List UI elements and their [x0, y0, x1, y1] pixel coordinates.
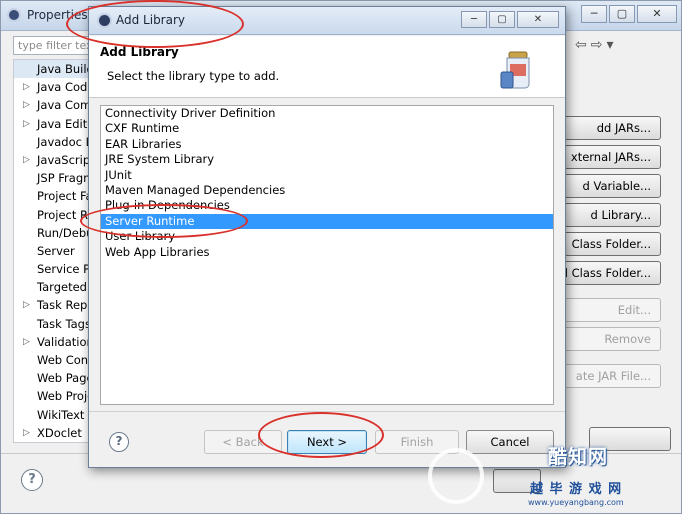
library-type-list[interactable]: Connectivity Driver Definition CXF Runtim… [100, 105, 554, 405]
library-list-item[interactable]: Connectivity Driver Definition [101, 106, 553, 121]
tree-item-label: Validation [37, 334, 93, 349]
tree-item[interactable]: ▷ Validation [14, 333, 92, 351]
finish-button[interactable]: Finish [375, 430, 459, 454]
library-list-item[interactable]: Server Runtime [101, 213, 553, 230]
back-arrow-icon[interactable]: ⇦ [575, 37, 587, 53]
expand-arrow-icon[interactable]: ▷ [23, 151, 30, 169]
properties-tree: Java Build ▷ Java Code ▷ Java Comp ▷ Java Edit… [13, 59, 93, 443]
tree-item[interactable]: JSP Fragm [14, 169, 92, 187]
tree-item[interactable]: Javadoc Lo [14, 133, 92, 151]
add-library-dialog: Add Library ─ ▢ ✕ Add Library Select the… [88, 6, 566, 468]
tree-item[interactable]: Java Build [14, 60, 93, 79]
nav-arrows: ⇦ ⇨ ▾ [575, 37, 614, 53]
tree-item-label: Java Comp [37, 98, 93, 113]
tree-item[interactable]: ▷ Task Repo [14, 296, 92, 314]
tree-item-label: Targeted [37, 280, 87, 295]
header-description: Select the library type to add. [107, 69, 280, 83]
properties-window-controls: ─ ▢ ✕ [579, 5, 677, 23]
expand-arrow-icon[interactable]: ▷ [23, 333, 30, 351]
tree-item[interactable]: ▷ XDoclet [14, 424, 92, 442]
tree-item[interactable]: ▷ Java Edito [14, 115, 92, 133]
tree-item[interactable]: Service Po [14, 260, 92, 278]
expand-arrow-icon[interactable]: ▷ [23, 424, 30, 442]
tree-item[interactable]: Server [14, 242, 92, 260]
back-button[interactable]: < Back [204, 430, 282, 454]
close-icon[interactable]: ✕ [517, 11, 559, 28]
tree-item-label: Service Po [37, 262, 93, 277]
tree-item-label: Task Tags [37, 316, 91, 331]
dialog-header: Add Library Select the library type to a… [89, 36, 565, 98]
expand-arrow-icon[interactable]: ▷ [23, 115, 30, 133]
tree-item-label: Web Page [37, 371, 93, 386]
tree-item[interactable]: Run/Debu [14, 224, 92, 242]
help-icon[interactable]: ? [109, 432, 129, 452]
tree-item-label: JavaScript [37, 152, 93, 167]
expand-arrow-icon[interactable]: ▷ [23, 296, 30, 314]
library-list-item[interactable]: User Library [101, 229, 553, 244]
properties-title: Properties f [27, 8, 96, 22]
library-list-item[interactable]: Maven Managed Dependencies [101, 183, 553, 198]
minimize-icon[interactable]: ─ [581, 5, 607, 23]
minimize-icon[interactable]: ─ [461, 11, 487, 28]
tree-item-label: Javadoc Lo [37, 134, 93, 149]
ok-button[interactable] [493, 469, 541, 493]
next-button[interactable]: Next > [287, 430, 367, 454]
close-icon[interactable]: ✕ [637, 5, 677, 23]
tree-item[interactable]: Web Cont [14, 351, 92, 369]
tree-item-label: Java Code [37, 80, 93, 95]
dialog-title: Add Library [116, 13, 186, 27]
header-title: Add Library [100, 45, 179, 59]
tree-item[interactable]: ▷ Java Comp [14, 96, 92, 114]
tree-item-label: Project Fa [37, 189, 93, 204]
tree-item[interactable]: WikiText [14, 406, 92, 424]
tree-item[interactable]: Task Tags [14, 315, 92, 333]
tree-item-label: WikiText [37, 407, 85, 422]
eclipse-icon [97, 13, 112, 28]
library-list-item[interactable]: JUnit [101, 168, 553, 183]
tree-item-label: JSP Fragm [37, 171, 93, 186]
tree-item-label: Run/Debu [37, 225, 93, 240]
tree-item-label: XDoclet [37, 425, 82, 440]
library-list-item[interactable]: Plug-in Dependencies [101, 198, 553, 213]
view-menu-icon[interactable]: ▾ [606, 37, 613, 53]
dialog-footer: ? < Back Next > Finish Cancel [89, 411, 565, 467]
tree-item[interactable]: Project Fa [14, 187, 92, 205]
dialog-titlebar[interactable]: Add Library ─ ▢ ✕ [89, 7, 565, 35]
filter-input[interactable]: type filter tex [13, 36, 93, 55]
library-jar-icon [500, 51, 530, 89]
tree-item-label: Web Cont [37, 353, 93, 367]
dialog-window-controls: ─ ▢ ✕ [459, 11, 559, 28]
tree-item[interactable]: ▷ Java Code [14, 78, 92, 96]
library-list-item[interactable]: EAR Libraries [101, 137, 553, 152]
apply-button[interactable] [589, 427, 671, 451]
cancel-button[interactable]: Cancel [466, 430, 554, 454]
help-icon[interactable]: ? [21, 469, 43, 491]
maximize-icon[interactable]: ▢ [489, 11, 515, 28]
tree-item-label: Java Edito [37, 116, 93, 131]
tree-item-label: Server [37, 243, 75, 258]
tree-item-label: Java Build [37, 62, 93, 76]
tree-item[interactable]: Targeted [14, 278, 92, 296]
forward-arrow-icon[interactable]: ⇨ [591, 37, 603, 53]
expand-arrow-icon[interactable]: ▷ [23, 96, 30, 114]
tree-item[interactable]: Web Proje [14, 387, 92, 405]
tree-item-label: Project Re [37, 207, 93, 222]
tree-item[interactable]: Web Page [14, 369, 92, 387]
library-list-item[interactable]: CXF Runtime [101, 121, 553, 136]
tree-item-label: Task Repo [37, 298, 93, 313]
library-list-item[interactable]: Web App Libraries [101, 245, 553, 260]
library-list-item[interactable]: JRE System Library [101, 152, 553, 167]
maximize-icon[interactable]: ▢ [609, 5, 635, 23]
eclipse-icon [7, 8, 21, 22]
expand-arrow-icon[interactable]: ▷ [23, 78, 30, 96]
tree-item-label: Web Proje [37, 389, 93, 404]
tree-item[interactable]: ▷ JavaScript [14, 151, 92, 169]
tree-item[interactable]: Project Re [14, 206, 92, 224]
